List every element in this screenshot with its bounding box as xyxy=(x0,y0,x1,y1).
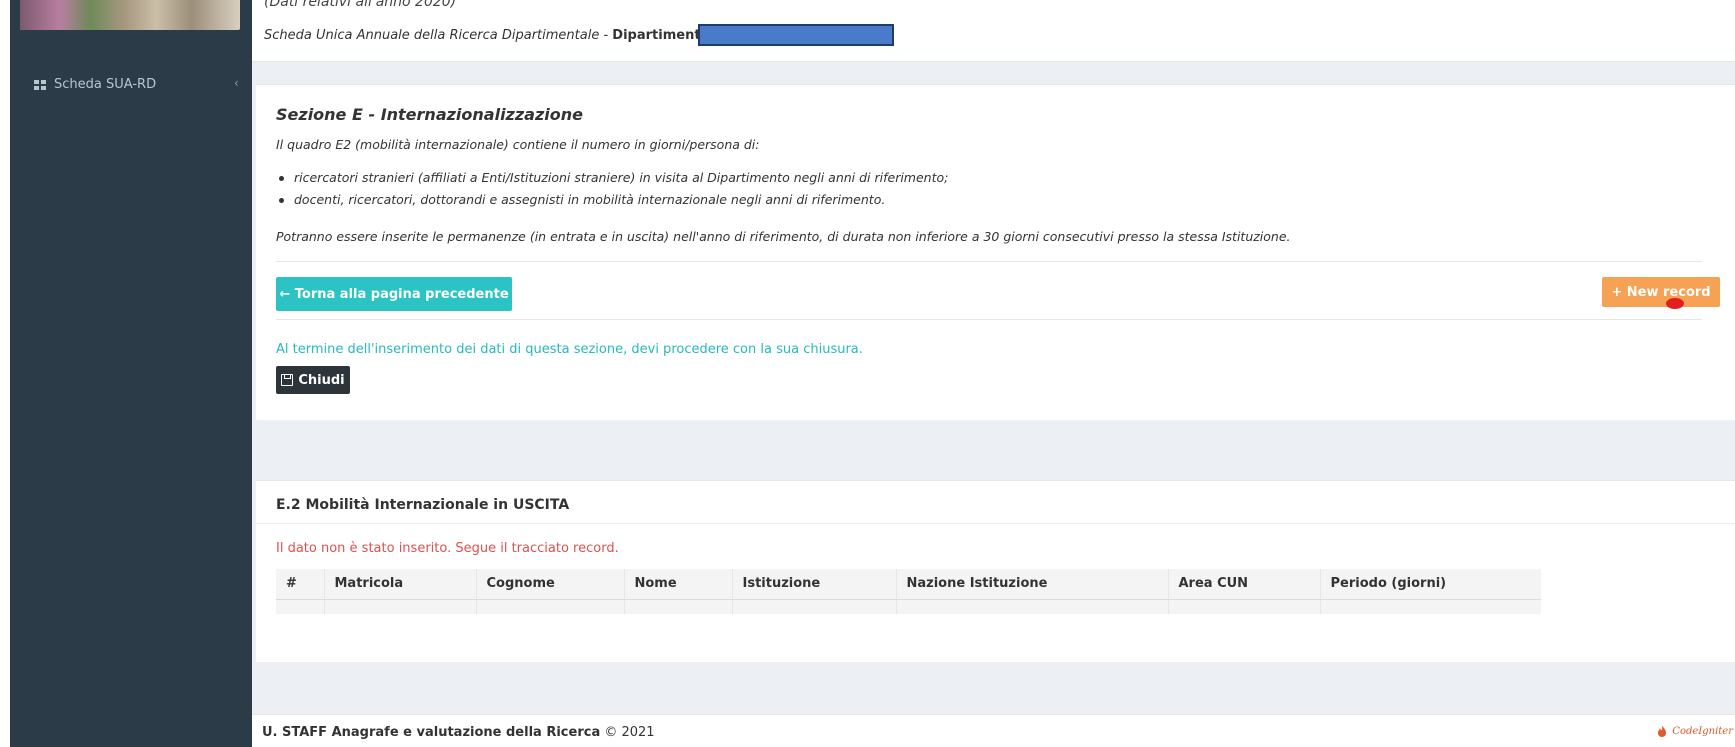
section-title: Sezione E - Internazionalizzazione xyxy=(276,105,584,124)
table-cell xyxy=(1320,599,1541,614)
page-footer: U. STAFF Anagrafe e valutazione della Ri… xyxy=(252,714,1735,747)
table-cell xyxy=(896,599,1169,614)
logo-text: CodeIgniter xyxy=(1672,725,1733,737)
closure-info: Al termine dell'inserimento dei dati di … xyxy=(276,342,863,357)
divider xyxy=(276,261,1702,262)
subtitle-text: Scheda Unica Annuale della Ricerca Dipar… xyxy=(264,28,613,43)
new-record-button[interactable]: + New record xyxy=(1602,277,1720,307)
column-header[interactable]: Periodo (giorni) xyxy=(1320,569,1541,600)
sidebar-header-image xyxy=(20,0,240,30)
page-header: (Dati relativi all'anno 2020) Scheda Uni… xyxy=(252,0,1735,62)
table-cell xyxy=(732,599,897,614)
column-header[interactable]: Istituzione xyxy=(732,569,897,600)
close-button[interactable]: Chiudi xyxy=(276,366,350,394)
sidebar-item-label: Scheda SUA-RD xyxy=(54,77,157,92)
page-title-cut: (Dati relativi all'anno 2020) xyxy=(264,0,457,10)
column-header[interactable]: Nome xyxy=(624,569,733,600)
list-item: docenti, ricercatori, dottorandi e asseg… xyxy=(278,189,948,211)
footer-copyright: © 2021 xyxy=(600,725,655,740)
table-cell xyxy=(624,599,733,614)
warning-message: Il dato non è stato inserito. Segue il t… xyxy=(276,541,619,556)
column-header[interactable]: # xyxy=(276,569,325,600)
table-cell xyxy=(1168,599,1321,614)
back-button[interactable]: ← Torna alla pagina precedente xyxy=(276,277,512,311)
codeigniter-logo: CodeIgniter xyxy=(1656,725,1733,737)
column-header[interactable]: Area CUN xyxy=(1168,569,1321,600)
sidebar: Scheda SUA-RD ‹ xyxy=(10,0,252,747)
mobility-title: E.2 Mobilità Internazionale in USCITA xyxy=(276,497,570,513)
table-header-row: # Matricola Cognome Nome Istituzione Naz… xyxy=(276,569,1541,600)
list-item: ricercatori stranieri (affiliati a Enti/… xyxy=(278,167,948,189)
table-cell xyxy=(276,599,325,614)
column-header[interactable]: Matricola xyxy=(324,569,477,600)
column-header[interactable]: Nazione Istituzione xyxy=(896,569,1169,600)
cursor-marker xyxy=(1666,298,1684,309)
table-cell xyxy=(324,599,477,614)
sidebar-item-scheda-sua-rd[interactable]: Scheda SUA-RD ‹ xyxy=(10,70,252,100)
redacted-department-name xyxy=(698,24,894,46)
section-e-box: Sezione E - Internazionalizzazione Il qu… xyxy=(256,84,1735,420)
section-bullets: ricercatori stranieri (affiliati a Enti/… xyxy=(278,167,948,211)
flame-icon xyxy=(1658,725,1667,737)
grid-icon xyxy=(34,80,46,90)
chevron-left-icon[interactable]: ‹ xyxy=(234,76,239,90)
save-icon xyxy=(281,374,294,386)
column-header[interactable]: Cognome xyxy=(476,569,625,600)
main-content: (Dati relativi all'anno 2020) Scheda Uni… xyxy=(252,0,1735,747)
mobility-box: E.2 Mobilità Internazionale in USCITA Il… xyxy=(256,480,1735,662)
divider xyxy=(256,523,1735,524)
footer-owner: U. STAFF Anagrafe e valutazione della Ri… xyxy=(262,725,601,740)
table-row xyxy=(276,599,1541,614)
section-intro: Il quadro E2 (mobilità internazionale) c… xyxy=(276,137,760,152)
mobility-table: # Matricola Cognome Nome Istituzione Naz… xyxy=(276,569,1541,614)
table-cell xyxy=(476,599,625,614)
divider xyxy=(276,319,1702,320)
close-button-label: Chiudi xyxy=(298,372,345,388)
footer-text: U. STAFF Anagrafe e valutazione della Ri… xyxy=(262,725,655,740)
page-subtitle: Scheda Unica Annuale della Ricerca Dipar… xyxy=(264,28,728,43)
section-note: Potranno essere inserite le permanenze (… xyxy=(276,229,1291,244)
